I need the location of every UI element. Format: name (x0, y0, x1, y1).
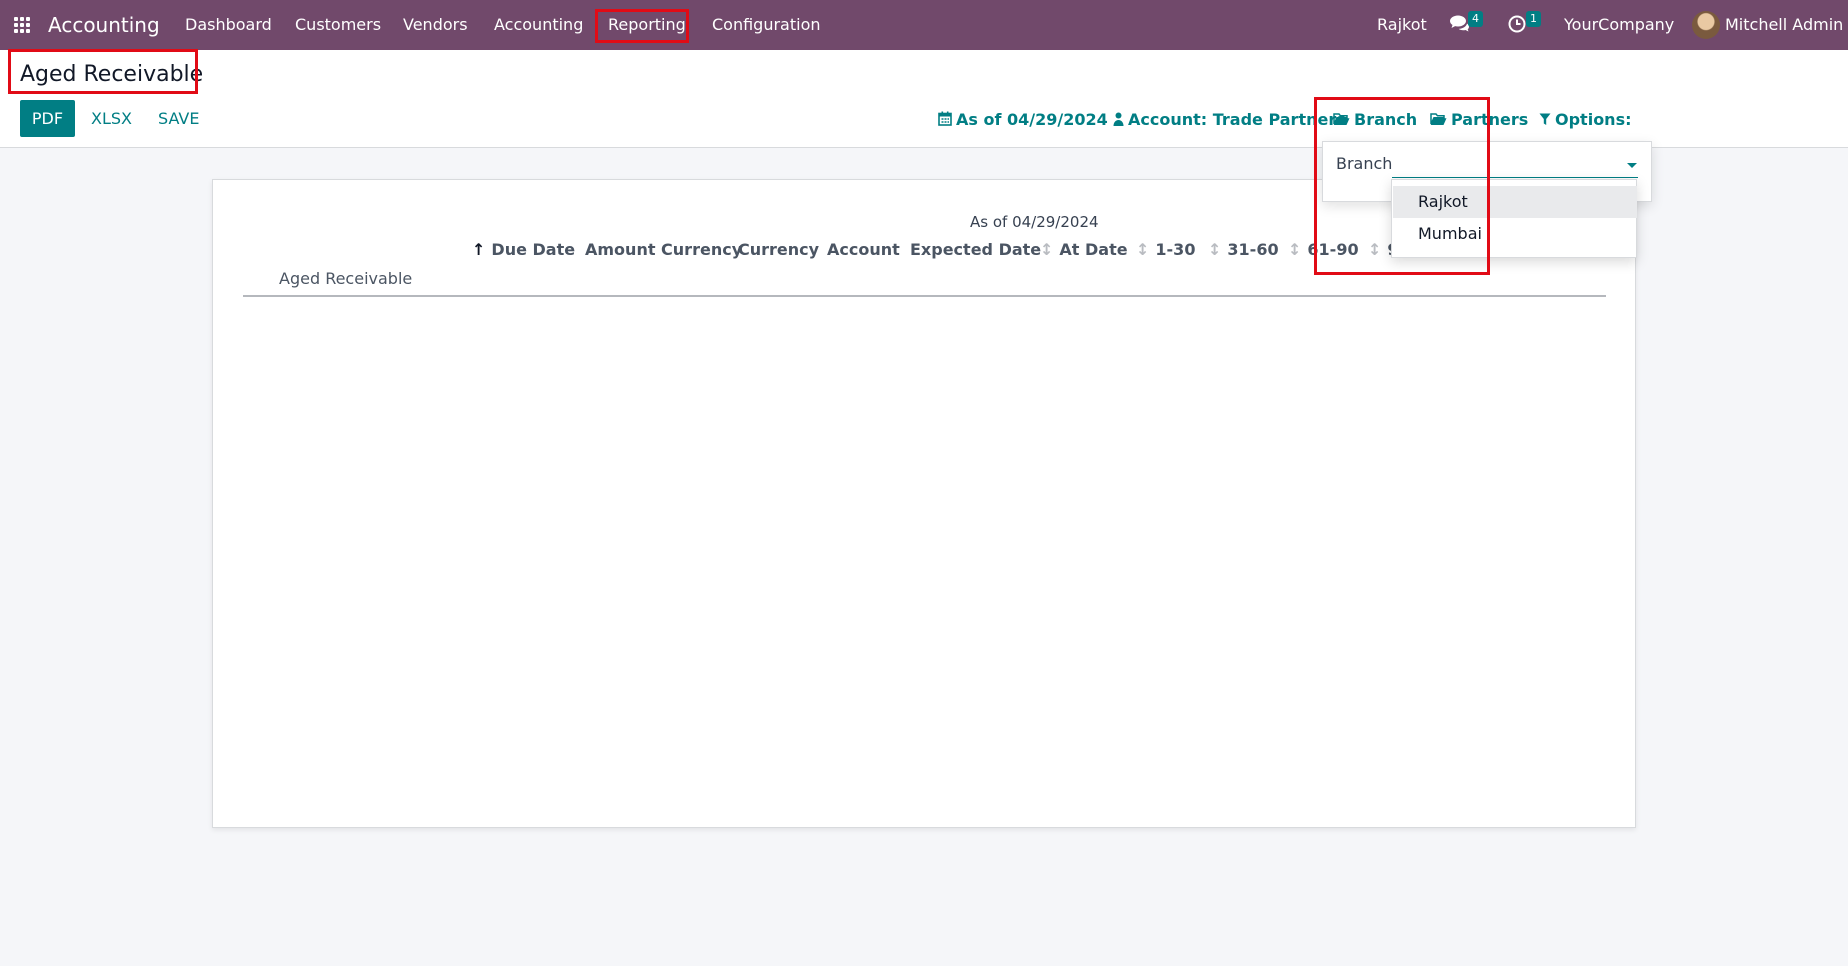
messages-count-badge: 4 (1468, 11, 1483, 27)
sort-icon: ↕ (1040, 240, 1054, 259)
highlight-page-title (8, 49, 198, 94)
app-name[interactable]: Accounting (48, 0, 160, 50)
clock-icon[interactable] (1508, 15, 1526, 33)
sort-icon: ↕ (1136, 240, 1150, 259)
menu-dashboard[interactable]: Dashboard (185, 0, 272, 50)
control-panel: Aged Receivable PDF XLSX SAVE As of 04/2… (0, 50, 1848, 148)
avatar[interactable] (1692, 11, 1720, 39)
user-icon (1113, 112, 1124, 126)
date-filter-label: As of 04/29/2024 (956, 110, 1108, 129)
chat-icon[interactable] (1448, 14, 1470, 32)
column-31-60[interactable]: ↕ 31-60 (1208, 240, 1279, 259)
date-filter[interactable]: As of 04/29/2024 (938, 109, 1108, 131)
options-filter[interactable]: Options: (1539, 109, 1632, 131)
menu-customers[interactable]: Customers (295, 0, 381, 50)
save-button[interactable]: SAVE (146, 100, 211, 137)
column-account[interactable]: Account (827, 240, 900, 259)
report-sheet (212, 179, 1636, 828)
highlight-branch-filter (1314, 97, 1490, 275)
calendar-icon (938, 111, 952, 126)
activities-count-badge: 1 (1526, 11, 1541, 27)
company-switcher[interactable]: YourCompany (1564, 0, 1674, 50)
column-expected-date[interactable]: Expected Date (910, 240, 1041, 259)
report-date-header: As of 04/29/2024 (970, 213, 1099, 231)
sort-icon: ↑ (472, 240, 486, 259)
account-filter[interactable]: Account: Trade Partners (1113, 109, 1346, 131)
xlsx-button[interactable]: XLSX (79, 100, 144, 137)
pdf-button[interactable]: PDF (20, 100, 75, 137)
column-amount-currency[interactable]: Amount Currency (585, 240, 742, 259)
highlight-reporting-menu (595, 9, 689, 43)
user-menu[interactable]: Mitchell Admin (1725, 0, 1843, 50)
column-1-30[interactable]: ↕ 1-30 (1136, 240, 1195, 259)
menu-vendors[interactable]: Vendors (403, 0, 468, 50)
row-divider (243, 295, 1606, 297)
menu-configuration[interactable]: Configuration (712, 0, 821, 50)
caret-down-icon[interactable] (1627, 163, 1637, 168)
menu-accounting[interactable]: Accounting (494, 0, 583, 50)
sort-icon: ↕ (1208, 240, 1222, 259)
sort-icon: ↕ (1288, 240, 1302, 259)
column-currency[interactable]: Currency (738, 240, 819, 259)
apps-grid-icon[interactable] (14, 0, 34, 50)
branch-switcher[interactable]: Rajkot (1377, 0, 1427, 50)
options-filter-label: Options: (1555, 110, 1632, 129)
top-navbar: Accounting Dashboard Customers Vendors A… (0, 0, 1848, 50)
column-at-date[interactable]: ↕ At Date (1040, 240, 1128, 259)
column-due-date[interactable]: ↑ Due Date (472, 240, 575, 259)
filter-icon (1539, 113, 1551, 125)
report-row-aged-receivable[interactable]: Aged Receivable (279, 269, 412, 288)
